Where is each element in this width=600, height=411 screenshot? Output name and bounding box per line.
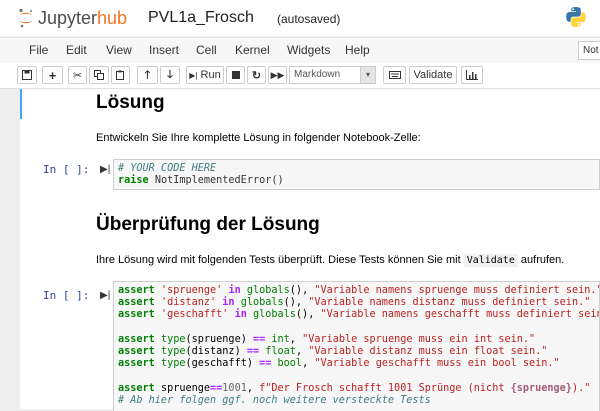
interrupt-button[interactable]: [226, 66, 245, 84]
plus-icon: +: [48, 67, 57, 83]
menu-cell[interactable]: Cell: [196, 43, 217, 57]
jupyterhub-logo[interactable]: Jupyterhub: [18, 7, 127, 29]
copy-button[interactable]: [89, 66, 109, 84]
run-label: Run: [200, 69, 221, 81]
heading-loesung: Lösung: [96, 92, 165, 113]
instruction-text: Entwickeln Sie Ihre komplette Lösung in …: [96, 132, 421, 144]
header: Jupyterhub PVL1a_Frosch (autosaved): [0, 0, 600, 36]
menu-edit[interactable]: Edit: [66, 43, 87, 57]
run-cell-icon[interactable]: ▶|: [100, 290, 110, 301]
paste-icon: [115, 70, 124, 80]
restart-button[interactable]: ↻: [247, 66, 266, 84]
stop-icon: [231, 71, 240, 79]
chart-icon: [466, 70, 478, 80]
menu-view[interactable]: View: [106, 43, 132, 57]
code-cell-tests[interactable]: assert 'spruenge' in globals(), "Variabl…: [113, 281, 600, 411]
copy-icon: [94, 70, 104, 80]
save-icon: [22, 70, 32, 80]
insert-cell-button[interactable]: +: [42, 66, 63, 84]
run-cell-icon[interactable]: ▶|: [100, 164, 110, 175]
fast-forward-icon: ▶▶: [270, 69, 285, 80]
cell-type-value: Markdown: [294, 69, 341, 80]
menubar: File Edit View Insert Cell Kernel Widget…: [0, 37, 600, 64]
validate-button[interactable]: Validate: [409, 66, 457, 84]
jupyter-logo-icon: [19, 8, 33, 28]
restart-run-all-button[interactable]: ▶▶: [268, 66, 287, 84]
tests-description: Ihre Lösung wird mit folgenden Tests übe…: [96, 254, 565, 267]
autosave-status: (autosaved): [277, 12, 341, 26]
tests-text-start: Ihre Lösung wird mit folgenden Tests übe…: [96, 254, 461, 266]
selected-cell-indicator: [20, 89, 22, 119]
command-palette-button[interactable]: [383, 66, 406, 84]
menu-kernel[interactable]: Kernel: [235, 43, 270, 57]
heading-ueberpruefung: Überprüfung der Lösung: [96, 214, 320, 235]
keyboard-icon: [388, 71, 401, 79]
menu-help[interactable]: Help: [345, 43, 370, 57]
menu-insert[interactable]: Insert: [149, 43, 179, 57]
arrow-up-icon: 🡑: [144, 68, 151, 81]
input-prompt: In [ ]:: [43, 289, 90, 302]
notebook-title[interactable]: PVL1a_Frosch: [148, 9, 254, 27]
tests-text-end: aufrufen.: [520, 254, 565, 266]
validate-code-inline: Validate: [463, 254, 518, 267]
toolbar: + ✂ 🡑 🡓 ▶| Run ↻ ▶▶ Markdown ▾ Validate: [0, 63, 600, 89]
menu-file[interactable]: File: [29, 43, 48, 57]
kernel-indicator[interactable]: Not: [578, 41, 600, 60]
menu-widgets[interactable]: Widgets: [287, 43, 330, 57]
restart-icon: ↻: [251, 69, 262, 82]
step-forward-icon: ▶|: [189, 70, 198, 80]
cut-button[interactable]: ✂: [68, 66, 87, 84]
code-cell-solution[interactable]: # YOUR CODE HERE raise NotImplementedErr…: [113, 159, 600, 190]
logo-text: Jupyterhub: [38, 7, 128, 28]
python-logo-icon: [566, 7, 586, 27]
arrow-down-icon: 🡓: [167, 68, 173, 81]
cell-type-select[interactable]: Markdown ▾: [289, 66, 376, 84]
input-prompt: In [ ]:: [43, 163, 90, 176]
scissors-icon: ✂: [72, 69, 83, 82]
notebook-page: Lösung Entwickeln Sie Ihre komplette Lös…: [20, 89, 600, 411]
run-button[interactable]: ▶| Run: [186, 66, 224, 84]
move-up-button[interactable]: 🡑: [137, 66, 158, 84]
save-button[interactable]: [17, 66, 37, 84]
move-down-button[interactable]: 🡓: [160, 66, 180, 84]
chevron-down-icon: ▾: [360, 67, 375, 83]
chart-button[interactable]: [461, 66, 483, 84]
paste-button[interactable]: [111, 66, 130, 84]
notebook-area: Lösung Entwickeln Sie Ihre komplette Lös…: [0, 89, 600, 411]
